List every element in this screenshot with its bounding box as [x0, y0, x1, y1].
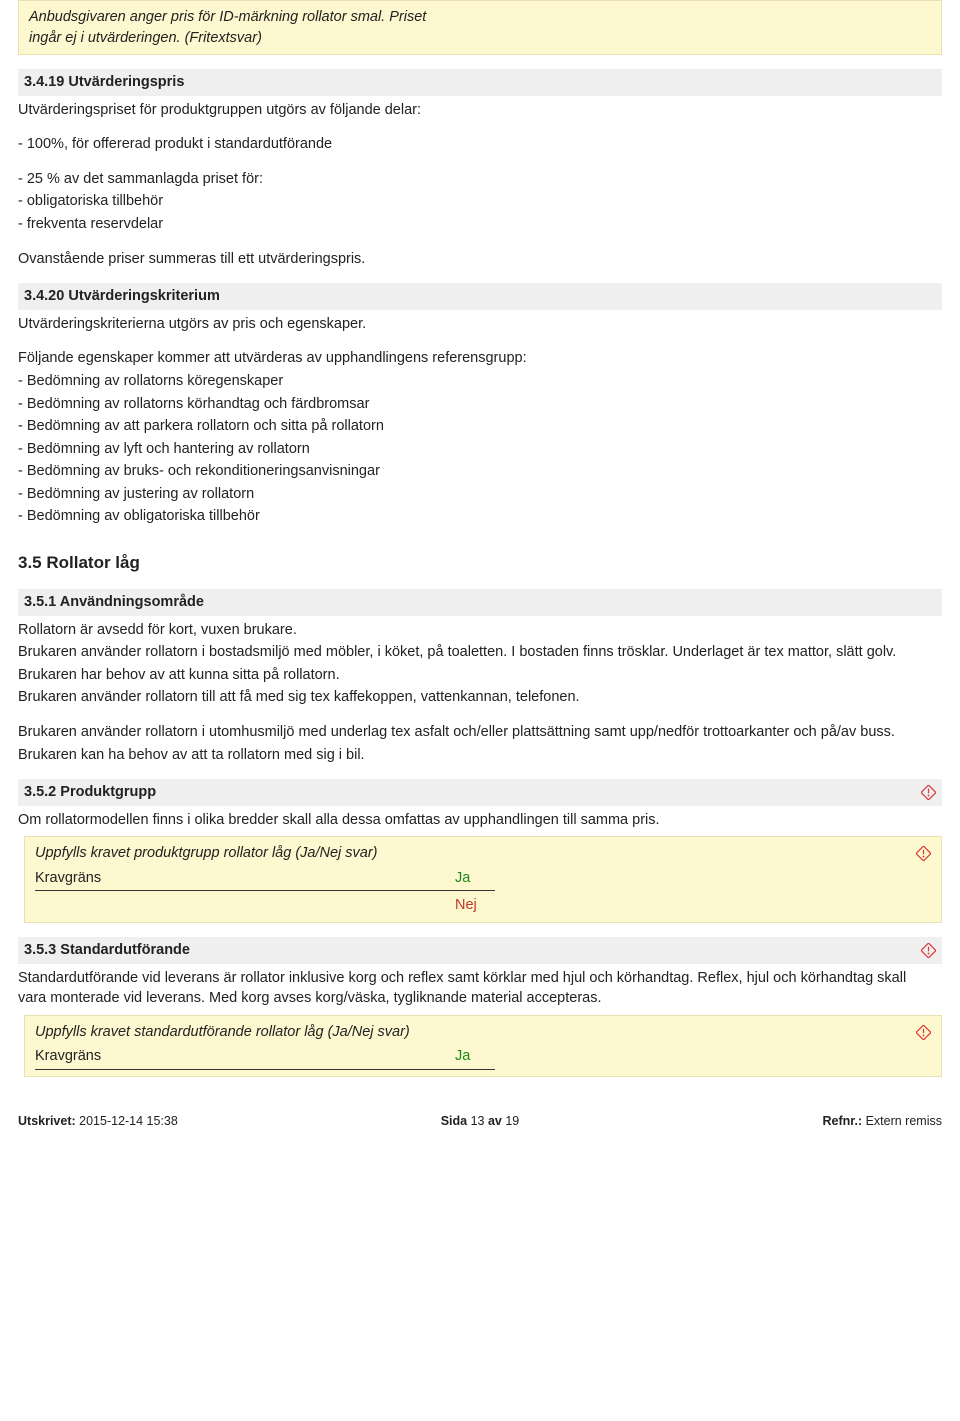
section-3-5-2-title: 3.5.2 Produktgrupp — [24, 782, 156, 803]
s3420-list-intro: Följande egenskaper kommer att utvärdera… — [18, 348, 934, 369]
kravgrans-label: Kravgräns — [35, 1046, 455, 1067]
refnr-label: Refnr.: — [823, 1114, 863, 1128]
section-3-4-19-heading: 3.4.19 Utvärderingspris — [18, 69, 942, 96]
s3420-i4: - Bedömning av lyft och hantering av rol… — [18, 439, 934, 460]
intro-line1: Anbudsgivaren anger pris för ID-märkning… — [29, 7, 931, 28]
s3419-b2: - 25 % av det sammanlagda priset för: — [18, 169, 934, 190]
s3419-b4: - frekventa reservdelar — [18, 214, 934, 235]
s3420-i3: - Bedömning av att parkera rollatorn och… — [18, 416, 934, 437]
s352-body: Om rollatormodellen finns i olika bredde… — [18, 810, 934, 831]
s353-requirement-box: Uppfylls kravet standardutförande rollat… — [24, 1015, 942, 1077]
section-3-5-1-heading: 3.5.1 Användningsområde — [18, 589, 942, 616]
section-3-5-heading: 3.5 Rollator låg — [18, 551, 942, 575]
s351-p2: Brukaren använder rollatorn i bostadsmil… — [18, 642, 934, 663]
alert-icon — [921, 785, 936, 800]
section-3-5-2-heading: 3.5.2 Produktgrupp — [18, 779, 942, 806]
page-of: av — [485, 1114, 506, 1128]
section-3-5-1-title: 3.5.1 Användningsområde — [24, 592, 204, 613]
intro-line2: ingår ej i utvärderingen. (Fritextsvar) — [29, 28, 931, 49]
s351-p3: Brukaren har behov av att kunna sitta på… — [18, 665, 934, 686]
intro-highlight: Anbudsgivaren anger pris för ID-märkning… — [18, 0, 942, 55]
s3420-intro: Utvärderingskriterierna utgörs av pris o… — [18, 314, 934, 335]
refnr-value: Extern remiss — [862, 1114, 942, 1128]
answer-yes: Ja — [455, 868, 495, 889]
s3420-i2: - Bedömning av rollatorns körhandtag och… — [18, 394, 934, 415]
s3419-outro: Ovanstående priser summeras till ett utv… — [18, 249, 934, 270]
s3419-b1: - 100%, för offererad produkt i standard… — [18, 134, 934, 155]
alert-icon — [921, 943, 936, 958]
s353-body: Standardutförande vid leverans är rollat… — [18, 968, 934, 1009]
page-label: Sida — [441, 1114, 471, 1128]
section-3-4-20-title: 3.4.20 Utvärderingskriterium — [24, 286, 220, 307]
s3420-i1: - Bedömning av rollatorns köregenskaper — [18, 371, 934, 392]
section-3-5-3-heading: 3.5.3 Standardutförande — [18, 937, 942, 964]
s351-p4: Brukaren använder rollatorn till att få … — [18, 687, 934, 708]
page-footer: Utskrivet: 2015-12-14 15:38 Sida 13 av 1… — [18, 1113, 942, 1131]
alert-icon — [916, 846, 931, 861]
s3419-b3: - obligatoriska tillbehör — [18, 191, 934, 212]
answer-yes: Ja — [455, 1046, 495, 1067]
answer-no: Nej — [455, 895, 495, 916]
s352-question: Uppfylls kravet produktgrupp rollator lå… — [35, 843, 916, 864]
s3420-i5: - Bedömning av bruks- och rekonditioneri… — [18, 461, 934, 482]
page-total: 19 — [505, 1114, 519, 1128]
s3419-intro: Utvärderingspriset för produktgruppen ut… — [18, 100, 934, 121]
s351-p6: Brukaren kan ha behov av att ta rollator… — [18, 745, 934, 766]
printed-label: Utskrivet: — [18, 1114, 76, 1128]
section-3-4-20-heading: 3.4.20 Utvärderingskriterium — [18, 283, 942, 310]
alert-icon — [916, 1025, 931, 1040]
kravgrans-label: Kravgräns — [35, 868, 455, 889]
s3420-i7: - Bedömning av obligatoriska tillbehör — [18, 506, 934, 527]
section-3-5-3-title: 3.5.3 Standardutförande — [24, 940, 190, 961]
s351-p5: Brukaren använder rollatorn i utomhusmil… — [18, 722, 934, 743]
s351-p1: Rollatorn är avsedd för kort, vuxen bruk… — [18, 620, 934, 641]
page-current: 13 — [471, 1114, 485, 1128]
section-3-4-19-title: 3.4.19 Utvärderingspris — [24, 72, 184, 93]
s353-question: Uppfylls kravet standardutförande rollat… — [35, 1022, 916, 1043]
s352-requirement-box: Uppfylls kravet produktgrupp rollator lå… — [24, 836, 942, 923]
printed-date: 2015-12-14 15:38 — [76, 1114, 178, 1128]
s3420-i6: - Bedömning av justering av rollatorn — [18, 484, 934, 505]
